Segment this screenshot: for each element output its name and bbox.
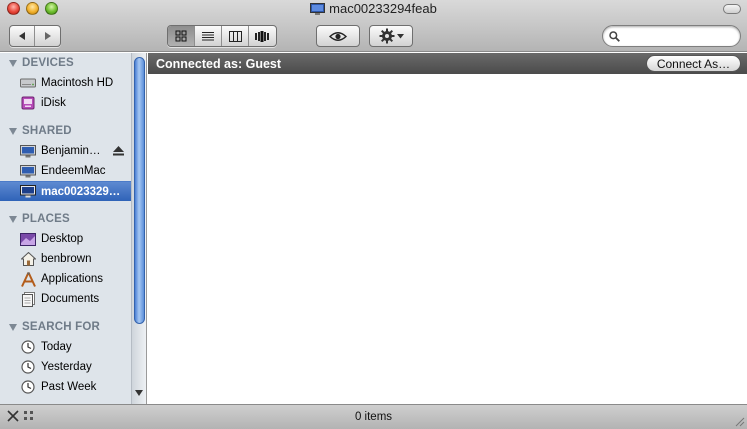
disclosure-triangle-icon [9, 59, 17, 67]
sidebar-scrollbar[interactable] [131, 53, 146, 404]
resize-grip-icon[interactable] [733, 415, 745, 427]
desktop-icon [20, 232, 36, 246]
disclosure-triangle-icon [9, 323, 17, 331]
eye-icon [329, 31, 347, 41]
computer-icon [20, 164, 36, 178]
computer-icon [20, 185, 36, 199]
sidebar-item-today[interactable]: Today [0, 337, 131, 357]
toolbar-toggle-button[interactable] [723, 4, 741, 14]
search-icon [609, 30, 620, 42]
file-browser-area[interactable] [148, 74, 747, 404]
search-input[interactable] [623, 29, 733, 43]
list-view-button[interactable] [195, 26, 222, 46]
sidebar: DEVICES Macintosh HD iDisk SHARED Benjam… [0, 53, 147, 404]
window-title: mac00233294feab [0, 1, 747, 16]
sidebar-item-idisk[interactable]: iDisk [0, 93, 131, 113]
computer-icon [310, 2, 326, 15]
sidebar-scroll-thumb[interactable] [134, 57, 145, 324]
navigation-buttons [9, 25, 61, 47]
triangle-right-icon [44, 32, 51, 40]
clock-icon [20, 360, 36, 374]
sidebar-section-devices[interactable]: DEVICES [0, 53, 131, 73]
clock-icon [20, 380, 36, 394]
sidebar-item-benbrown[interactable]: benbrown [0, 249, 131, 269]
scroll-down-arrow-icon[interactable] [135, 390, 143, 396]
action-menu-button[interactable] [369, 25, 413, 47]
computer-icon [20, 144, 36, 158]
hard-drive-icon [20, 76, 36, 90]
idisk-icon [20, 96, 36, 110]
sidebar-item-applications[interactable]: Applications [0, 269, 131, 289]
item-count: 0 items [354, 411, 393, 423]
back-button[interactable] [10, 26, 36, 46]
applications-icon [20, 271, 36, 287]
search-field[interactable] [602, 25, 741, 47]
view-mode-buttons [167, 25, 277, 47]
sidebar-item-past-week[interactable]: Past Week [0, 377, 131, 397]
sidebar-section-places[interactable]: PLACES [0, 209, 131, 229]
columns-icon [228, 30, 242, 42]
connection-bar: Connected as: Guest Connect As… [148, 53, 747, 74]
sidebar-section-search-for[interactable]: SEARCH FOR [0, 317, 131, 337]
home-icon [20, 252, 36, 266]
sidebar-list: DEVICES Macintosh HD iDisk SHARED Benjam… [0, 53, 131, 397]
sidebar-item-yesterday[interactable]: Yesterday [0, 357, 131, 377]
sidebar-item-endeemmac[interactable]: EndeemMac [0, 161, 131, 181]
disclosure-triangle-icon [9, 127, 17, 135]
icon-view-button[interactable] [168, 26, 195, 46]
documents-icon [20, 291, 36, 307]
sidebar-item-documents[interactable]: Documents [0, 289, 131, 309]
window-toolbar: mac00233294feab [0, 0, 747, 52]
connected-as-label: Connected as: Guest [156, 56, 282, 71]
eject-icon[interactable] [113, 146, 124, 159]
triangle-left-icon [19, 32, 25, 40]
forward-button[interactable] [35, 26, 60, 46]
coverflow-view-button[interactable] [249, 26, 276, 46]
clock-icon [20, 340, 36, 354]
chevron-down-icon [396, 33, 404, 38]
sidebar-section-shared[interactable]: SHARED [0, 121, 131, 141]
window-title-text: mac00233294feab [329, 1, 437, 16]
sidebar-item-macintosh-hd[interactable]: Macintosh HD [0, 73, 131, 93]
list-icon [202, 31, 214, 40]
status-bar: 0 items [0, 404, 747, 429]
disclosure-triangle-icon [9, 215, 17, 223]
connect-as-button[interactable]: Connect As… [646, 55, 741, 72]
sidebar-item-desktop[interactable]: Desktop [0, 229, 131, 249]
grid-icon [175, 30, 187, 42]
quick-look-button[interactable] [316, 25, 360, 47]
gear-icon [379, 28, 394, 44]
sidebar-item-benjamin[interactable]: Benjamin… [0, 141, 131, 161]
sidebar-item-mac00233294[interactable]: mac0023329… [0, 181, 131, 201]
coverflow-icon [255, 30, 270, 42]
column-view-button[interactable] [222, 26, 249, 46]
